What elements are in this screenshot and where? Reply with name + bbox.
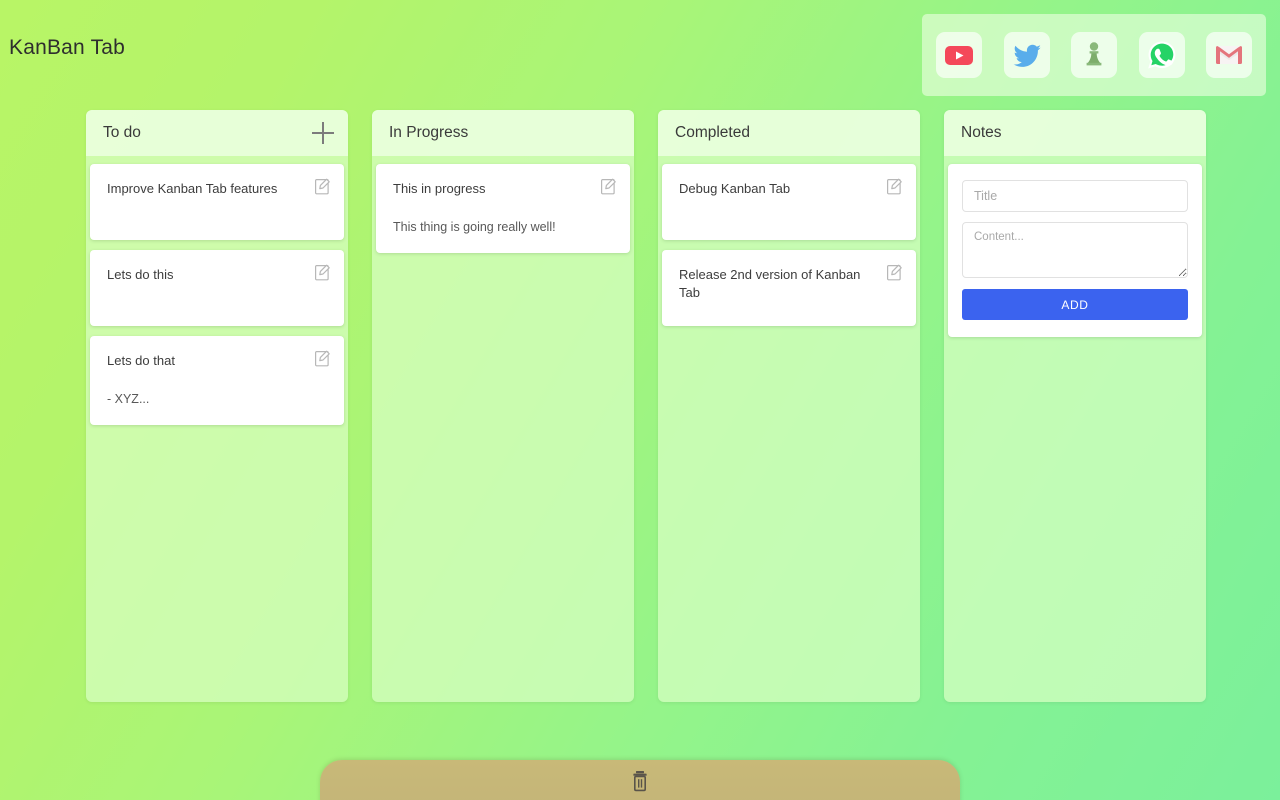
- edit-icon[interactable]: [887, 178, 903, 195]
- edit-icon[interactable]: [887, 264, 903, 281]
- add-card-icon[interactable]: [312, 122, 334, 144]
- shortcut-gmail[interactable]: [1206, 32, 1252, 78]
- edit-icon[interactable]: [315, 350, 331, 367]
- column-title: Notes: [961, 124, 1002, 141]
- column-in-progress[interactable]: In Progress This in progress This thing …: [372, 110, 634, 702]
- add-note-button[interactable]: ADD: [962, 289, 1188, 320]
- shortcut-whatsapp[interactable]: [1138, 32, 1185, 78]
- column-body-completed[interactable]: Debug Kanban Tab Release 2nd version of …: [658, 156, 920, 702]
- column-body-notes[interactable]: ADD: [944, 156, 1206, 702]
- card-title: Lets do that: [107, 353, 175, 368]
- column-completed[interactable]: Completed Debug Kanban Tab Release 2nd v…: [658, 110, 920, 702]
- column-header-notes: Notes: [944, 110, 1206, 156]
- gmail-icon: [1212, 38, 1246, 72]
- column-notes[interactable]: Notes ADD: [944, 110, 1206, 702]
- column-body-to-do[interactable]: Improve Kanban Tab features Lets do this: [86, 156, 348, 702]
- column-header-in-progress: In Progress: [372, 110, 634, 156]
- edit-icon[interactable]: [315, 264, 331, 281]
- kanban-card[interactable]: Lets do this: [90, 250, 344, 326]
- youtube-icon: [942, 38, 976, 72]
- twitter-icon: [1010, 38, 1044, 72]
- column-header-completed: Completed: [658, 110, 920, 156]
- card-title: Lets do this: [107, 267, 174, 282]
- page-title: KanBan Tab: [9, 36, 126, 59]
- edit-icon[interactable]: [601, 178, 617, 195]
- shortcut-youtube[interactable]: [936, 32, 982, 78]
- column-title: Completed: [675, 124, 750, 141]
- card-title: Release 2nd version of Kanban Tab: [679, 267, 861, 300]
- card-body: - XYZ...: [107, 391, 150, 406]
- top-bar: KanBan Tab: [0, 0, 1280, 110]
- note-content-input[interactable]: [962, 222, 1188, 278]
- trash-icon[interactable]: [631, 770, 649, 792]
- kanban-card[interactable]: Release 2nd version of Kanban Tab: [662, 250, 916, 326]
- card-title: Improve Kanban Tab features: [107, 181, 278, 196]
- trash-drop-zone[interactable]: [320, 760, 960, 800]
- chess-icon: [1077, 38, 1111, 72]
- shortcut-bar: [922, 14, 1266, 96]
- kanban-card[interactable]: Debug Kanban Tab: [662, 164, 916, 240]
- column-body-in-progress[interactable]: This in progress This thing is going rea…: [372, 156, 634, 702]
- note-compose-panel: ADD: [948, 164, 1202, 337]
- card-title: This in progress: [393, 181, 486, 196]
- column-header-to-do: To do: [86, 110, 348, 156]
- shortcut-chess[interactable]: [1071, 32, 1117, 78]
- kanban-card[interactable]: This in progress This thing is going rea…: [376, 164, 630, 254]
- kanban-board: To do Improve Kanban Tab features Lets d…: [0, 110, 1280, 710]
- note-title-input[interactable]: [962, 180, 1188, 212]
- card-title: Debug Kanban Tab: [679, 181, 791, 196]
- whatsapp-icon: [1145, 38, 1179, 72]
- shortcut-twitter[interactable]: [1003, 32, 1050, 78]
- column-to-do[interactable]: To do Improve Kanban Tab features Lets d…: [86, 110, 348, 702]
- kanban-card[interactable]: Improve Kanban Tab features: [90, 164, 344, 240]
- column-title: In Progress: [389, 124, 469, 141]
- column-title: To do: [103, 124, 141, 141]
- card-body: This thing is going really well!: [393, 219, 556, 234]
- kanban-card[interactable]: Lets do that - XYZ...: [90, 336, 344, 426]
- edit-icon[interactable]: [315, 178, 331, 195]
